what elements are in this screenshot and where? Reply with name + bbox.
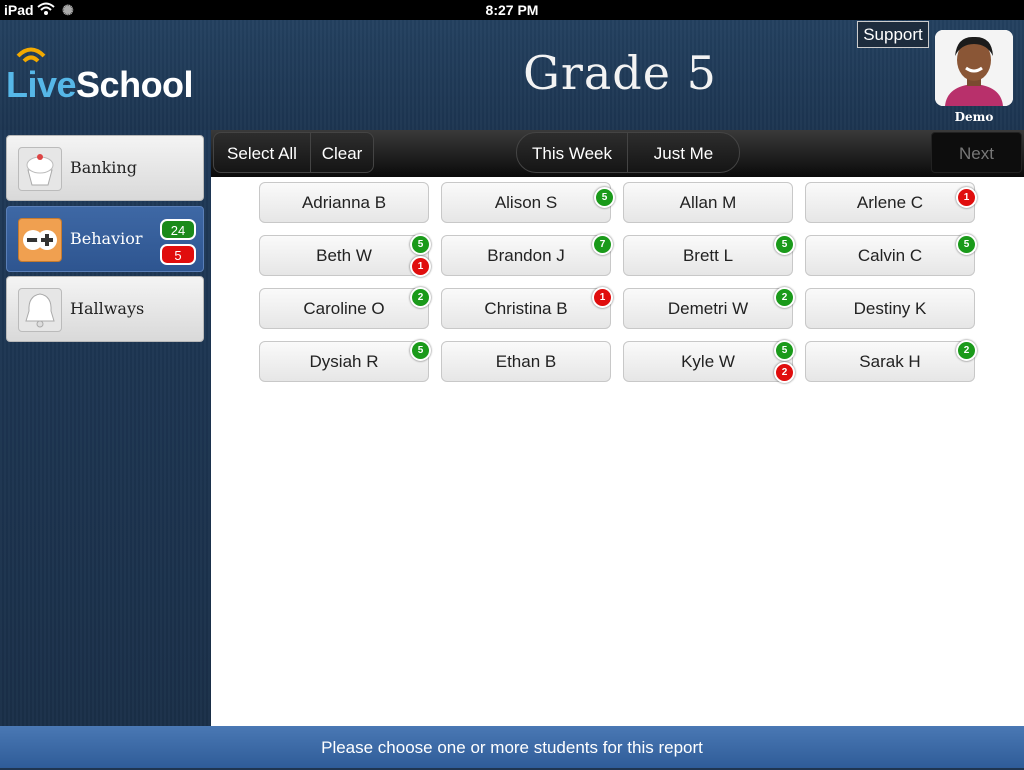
- negative-points-badge: 1: [410, 256, 431, 277]
- footer-message: Please choose one or more students for t…: [0, 726, 1024, 768]
- student-button[interactable]: Ethan B: [441, 341, 611, 382]
- student-button[interactable]: Beth W 5 1: [259, 234, 431, 277]
- sidebar: Banking Behavior 24 5 Hallways: [0, 130, 211, 726]
- student-button[interactable]: Adrianna B: [259, 182, 429, 223]
- student-button[interactable]: Sarak H 2: [805, 340, 977, 382]
- student-button[interactable]: Demetri W 2: [623, 287, 795, 329]
- page-title: Grade 5: [523, 46, 717, 100]
- positive-points-badge: 5: [774, 340, 795, 361]
- toolbar: Select All Clear This Week Just Me Next: [211, 130, 1024, 177]
- status-time: 8:27 PM: [485, 2, 539, 18]
- sidebar-item-label: Hallways: [70, 299, 145, 318]
- select-all-button[interactable]: Select All: [213, 132, 311, 173]
- sidebar-item-behavior[interactable]: Behavior 24 5: [6, 206, 204, 272]
- bell-icon: [18, 288, 62, 332]
- cupcake-icon: [18, 147, 62, 191]
- negative-count-badge: 5: [160, 244, 196, 265]
- student-button[interactable]: Brett L 5: [623, 234, 795, 276]
- student-button[interactable]: Caroline O 2: [259, 287, 431, 329]
- sidebar-item-label: Behavior: [70, 229, 143, 248]
- positive-points-badge: 5: [410, 340, 431, 361]
- sidebar-item-hallways[interactable]: Hallways: [6, 276, 204, 342]
- clear-button[interactable]: Clear: [310, 132, 374, 173]
- user-name: Demo: [954, 110, 994, 124]
- positive-points-badge: 5: [410, 234, 431, 255]
- student-button[interactable]: Brandon J 7: [441, 234, 613, 276]
- positive-points-badge: 5: [956, 234, 977, 255]
- just-me-toggle[interactable]: Just Me: [627, 132, 740, 173]
- positive-points-badge: 7: [592, 234, 613, 255]
- sidebar-item-banking[interactable]: Banking: [6, 135, 204, 201]
- negative-points-badge: 1: [592, 287, 613, 308]
- student-button[interactable]: Christina B 1: [441, 287, 613, 329]
- header: LiveSchool Grade 5 Support Demo: [0, 20, 1024, 130]
- status-bar: iPad ✺ 8:27 PM: [0, 0, 1024, 20]
- student-button[interactable]: Destiny K: [805, 288, 975, 329]
- positive-points-badge: 5: [594, 187, 615, 208]
- positive-count-badge: 24: [160, 219, 196, 240]
- positive-points-badge: 5: [774, 234, 795, 255]
- negative-points-badge: 1: [956, 187, 977, 208]
- student-button[interactable]: Allan M: [623, 182, 793, 223]
- student-button[interactable]: Kyle W 5 2: [623, 340, 795, 383]
- positive-points-badge: 2: [410, 287, 431, 308]
- sidebar-item-label: Banking: [70, 158, 137, 177]
- this-week-toggle[interactable]: This Week: [516, 132, 628, 173]
- student-button[interactable]: Calvin C 5: [805, 234, 977, 276]
- student-grid: Adrianna B Alison S 5 Allan M Arlene C 1…: [211, 177, 1024, 726]
- student-button[interactable]: Dysiah R 5: [259, 340, 431, 382]
- next-button[interactable]: Next: [931, 132, 1022, 173]
- student-button[interactable]: Arlene C 1: [805, 182, 977, 223]
- negative-points-badge: 2: [774, 362, 795, 383]
- support-button[interactable]: Support: [857, 21, 929, 48]
- plus-minus-icon: [18, 218, 62, 262]
- student-button[interactable]: Alison S 5: [441, 182, 615, 223]
- positive-points-badge: 2: [774, 287, 795, 308]
- user-avatar[interactable]: [935, 30, 1013, 106]
- positive-points-badge: 2: [956, 340, 977, 361]
